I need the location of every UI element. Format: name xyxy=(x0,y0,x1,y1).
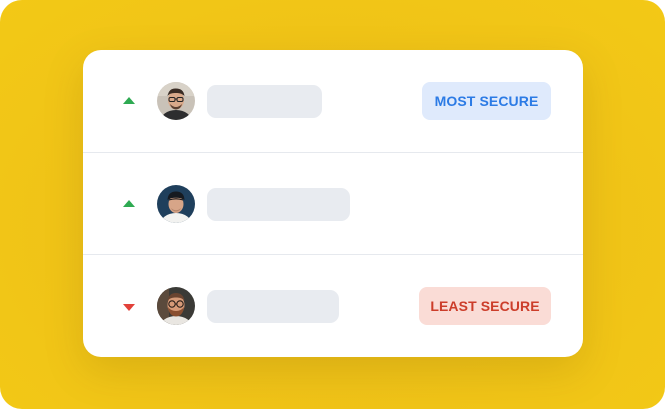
most-secure-badge: MOST SECURE xyxy=(422,82,551,120)
name-placeholder-bar xyxy=(207,290,339,323)
list-item[interactable]: MOST SECURE xyxy=(83,50,583,152)
man-with-glasses-avatar xyxy=(157,82,195,120)
yellow-background-frame: MOST SECURE LEAST SECURE xyxy=(0,0,665,409)
trend-down-icon xyxy=(123,304,135,311)
man-with-beard-glasses-avatar xyxy=(157,287,195,325)
avatar xyxy=(157,82,195,120)
security-ranking-card: MOST SECURE LEAST SECURE xyxy=(83,50,583,357)
least-secure-badge: LEAST SECURE xyxy=(419,287,551,325)
trend-up-icon xyxy=(123,97,135,104)
name-placeholder-bar xyxy=(207,85,322,118)
list-item[interactable]: LEAST SECURE xyxy=(83,255,583,357)
list-item[interactable] xyxy=(83,153,583,255)
man-with-cap-avatar xyxy=(157,185,195,223)
name-placeholder-bar xyxy=(207,188,350,221)
trend-up-icon xyxy=(123,200,135,207)
avatar xyxy=(157,287,195,325)
avatar xyxy=(157,185,195,223)
